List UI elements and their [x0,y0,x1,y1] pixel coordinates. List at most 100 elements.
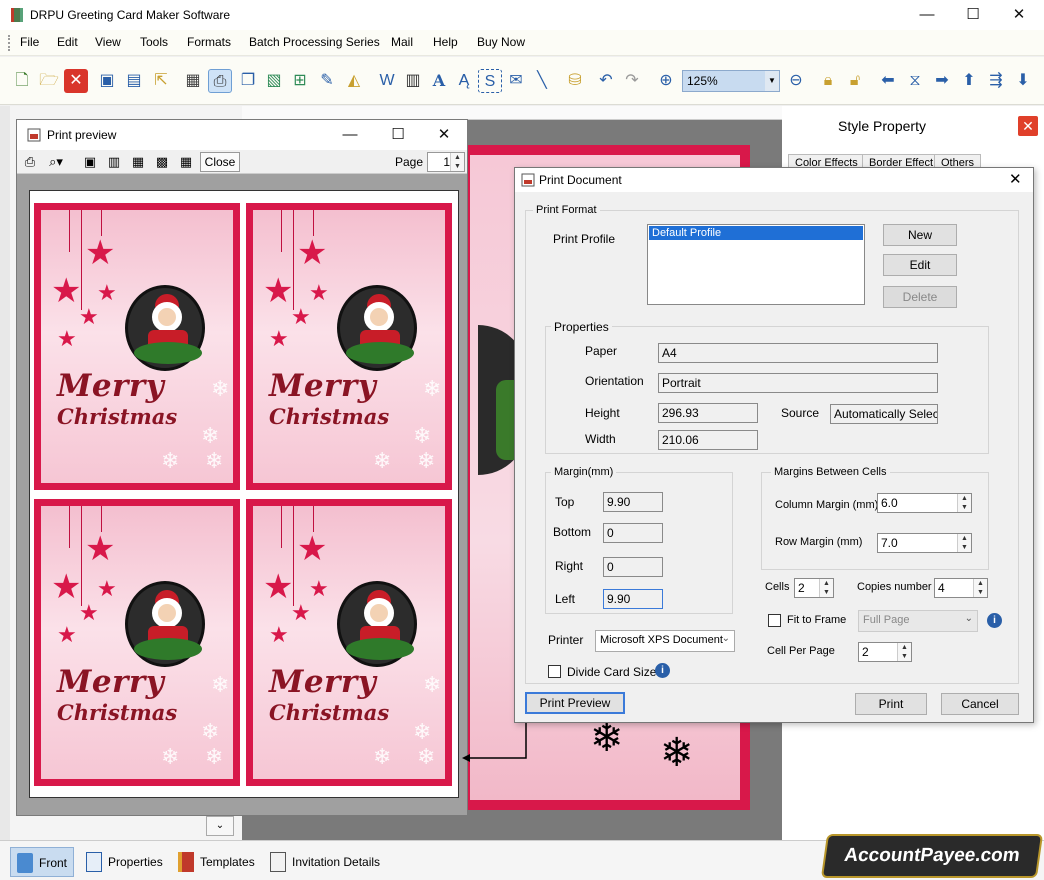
arrow-down-icon[interactable]: ⬇ [1011,69,1035,93]
spin-arrows-icon[interactable]: ▲ ▼ [973,579,987,597]
undo-icon[interactable]: ↶ [594,69,618,93]
four-pages-icon[interactable]: ▩ [153,153,171,171]
pp-close-button[interactable]: ✕ [421,120,467,150]
open-folder-icon[interactable]: 🗁 [37,69,61,93]
row-margin-stepper[interactable]: 7.0 ▲ ▼ [877,533,972,553]
flip-vertical-icon[interactable]: ⇶ [984,69,1008,93]
pencil-icon[interactable]: ✎ [315,69,339,93]
print-button[interactable]: Print [855,693,927,715]
right-margin-field[interactable]: 0 [603,557,663,577]
save-as-icon[interactable]: ▤ [122,69,146,93]
app-icon [11,8,23,22]
chevron-down-icon[interactable]: ⌄ [206,816,234,836]
menu-mail[interactable]: Mail [391,35,413,49]
page-setup-icon[interactable]: ▦ [181,69,205,93]
fit-to-frame-select[interactable]: Full Page ⌄ [858,610,978,632]
new-file-icon[interactable]: 🗋 [10,69,34,93]
database-icon[interactable]: ⛁ [563,69,587,93]
cell-per-page-stepper[interactable]: 2 ▲ ▼ [858,642,912,662]
cancel-button[interactable]: Cancel [941,693,1019,715]
flip-horizontal-icon[interactable]: ⧖ [903,69,927,93]
barcode-icon[interactable]: ▥ [401,69,425,93]
menu-formats[interactable]: Formats [187,35,231,49]
list-item[interactable]: Default Profile [649,226,863,240]
zoom-select[interactable]: 125% ▼ [682,70,780,92]
image-edit-icon[interactable]: ▧ [262,69,286,93]
spin-arrows-icon[interactable]: ▲ ▼ [819,579,833,597]
two-pages-icon[interactable]: ▥ [105,153,123,171]
zoom-dropdown-icon[interactable]: ⌕▾ [41,153,71,171]
shapes-icon[interactable]: ◭ [342,69,366,93]
print-preview-button[interactable]: Print Preview [525,692,625,714]
print-icon[interactable]: ⎙ [21,153,39,171]
arrow-up-icon[interactable]: ⬆ [957,69,981,93]
minimize-button[interactable]: — [904,0,950,30]
close-icon[interactable]: ✕ [1009,170,1022,188]
menu-edit[interactable]: Edit [57,35,78,49]
new-button[interactable]: New [883,224,957,246]
pp-maximize-button[interactable]: ☐ [375,120,421,150]
copies-number-stepper[interactable]: 4 ▲ ▼ [934,578,988,598]
pp-minimize-button[interactable]: — [327,120,373,150]
six-pages-icon[interactable]: ▦ [177,153,195,171]
info-icon[interactable]: i [655,663,670,678]
three-pages-icon[interactable]: ▦ [129,153,147,171]
edit-button[interactable]: Edit [883,254,957,276]
close-icon[interactable]: ✕ [1018,116,1038,136]
close-button[interactable]: ✕ [996,0,1042,30]
tab-invitation-details[interactable]: Invitation Details [264,847,394,877]
spin-arrows-icon[interactable]: ▲ ▼ [450,153,464,171]
redo-icon[interactable]: ↷ [620,69,644,93]
signature-icon[interactable]: S [478,69,502,93]
spin-arrows-icon[interactable]: ▲ ▼ [897,643,911,661]
fit-to-frame-checkbox[interactable] [768,614,781,627]
export-icon[interactable]: ⇱ [149,69,173,93]
tab-templates[interactable]: Templates [172,847,262,877]
top-margin-field[interactable]: 9.90 [603,492,663,512]
unlock-icon[interactable]: 🔓︎ [843,69,867,93]
source-field[interactable]: Automatically Select [830,404,938,424]
printer-select[interactable]: Microsoft XPS Document ⌄ [595,630,735,652]
menu-file[interactable]: File [20,35,39,49]
menu-tools[interactable]: Tools [140,35,168,49]
orientation-field[interactable]: Portrait [658,373,938,393]
insert-image-icon[interactable]: ⊞ [288,69,312,93]
wordart-icon[interactable]: W [375,69,399,93]
menu-buy-now[interactable]: Buy Now [477,35,525,49]
print-profile-list[interactable]: Default Profile [647,224,865,305]
spin-arrows-icon[interactable]: ▲ ▼ [957,534,971,552]
copy-icon[interactable]: ❐ [236,69,260,93]
arrow-right-icon[interactable]: ➡ [930,69,954,93]
line-icon[interactable]: ╲ [530,69,554,93]
lock-icon[interactable]: 🔒︎ [816,69,840,93]
column-margin-stepper[interactable]: 6.0 ▲ ▼ [877,493,972,513]
height-field[interactable]: 296.93 [658,403,758,423]
close-file-icon[interactable]: ✕ [64,69,88,93]
zoom-out-icon[interactable]: ⊖ [784,69,808,93]
menu-help[interactable]: Help [433,35,458,49]
paper-field[interactable]: A4 [658,343,938,363]
info-icon[interactable]: i [987,613,1002,628]
maximize-button[interactable]: ☐ [950,0,996,30]
text-icon[interactable]: A [427,69,451,93]
tab-properties[interactable]: Properties [80,847,166,877]
bottom-margin-field[interactable]: 0 [603,523,663,543]
print-icon[interactable]: ⎙ [208,69,232,93]
menu-view[interactable]: View [95,35,121,49]
width-field[interactable]: 210.06 [658,430,758,450]
zoom-in-icon[interactable]: ⊕ [654,69,678,93]
mail-icon[interactable]: ✉ [504,69,528,93]
tab-front[interactable]: Front [10,847,74,877]
delete-button[interactable]: Delete [883,286,957,308]
cells-stepper[interactable]: 2 ▲ ▼ [794,578,834,598]
save-icon[interactable]: ▣ [95,69,119,93]
left-margin-field[interactable]: 9.90 [603,589,663,609]
spin-arrows-icon[interactable]: ▲ ▼ [957,494,971,512]
page-number-stepper[interactable]: 1 ▲ ▼ [427,152,465,172]
menu-batch-processing[interactable]: Batch Processing Series [249,35,380,49]
pp-close-text-button[interactable]: Close [200,152,240,172]
arrow-left-icon[interactable]: ⬅ [876,69,900,93]
divide-card-size-checkbox[interactable] [548,665,561,678]
text-style-icon[interactable]: Ą [452,69,476,93]
one-page-icon[interactable]: ▣ [81,153,99,171]
